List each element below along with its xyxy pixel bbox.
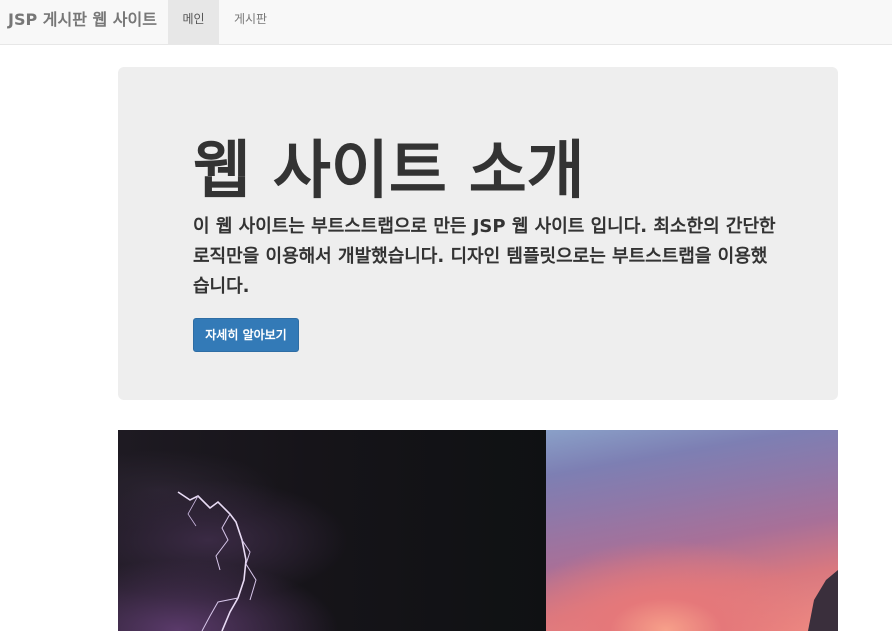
sunset-clouds-image	[546, 430, 838, 631]
nav-item-board[interactable]: 게시판	[219, 0, 282, 44]
page-title: 웹 사이트 소개	[193, 134, 585, 207]
intro-description: 이 웹 사이트는 부트스트랩으로 만든 JSP 웹 사이트 입니다. 최소한의 …	[193, 216, 776, 297]
image-carousel[interactable]	[118, 430, 838, 631]
jumbotron: 웹 사이트 소개 이 웹 사이트는 부트스트랩으로 만든 JSP 웹 사이트 입…	[118, 67, 838, 400]
navbar-brand[interactable]: JSP 게시판 웹 사이트	[8, 0, 157, 45]
learn-more-button[interactable]: 자세히 알아보기	[193, 318, 299, 352]
storm-lightning-image	[118, 430, 546, 631]
top-navbar: JSP 게시판 웹 사이트 메인 게시판	[0, 0, 892, 45]
nav-item-main[interactable]: 메인	[168, 0, 219, 44]
